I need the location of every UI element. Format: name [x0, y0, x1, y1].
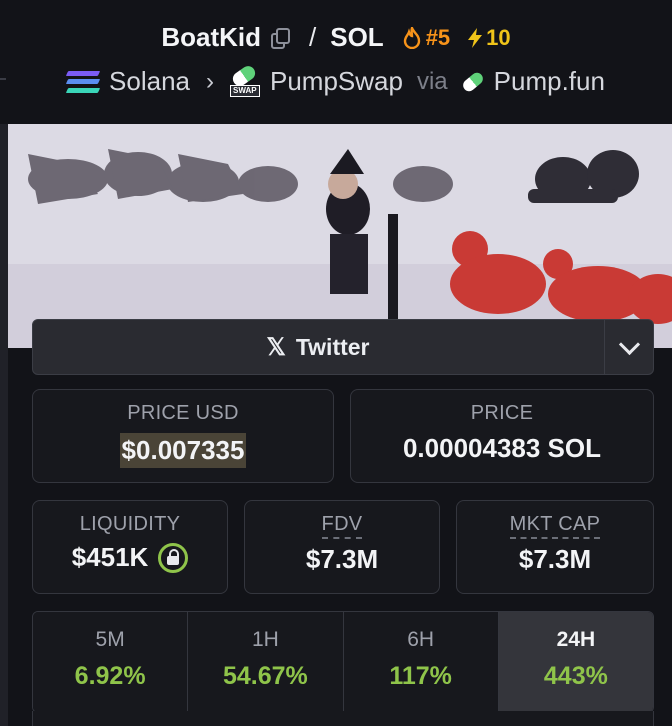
liquidity-label: LIQUIDITY [79, 513, 181, 535]
solana-icon [65, 70, 101, 93]
pair-title-row: BoatKid / SOL #5 10 [0, 22, 672, 53]
boost-count[interactable]: 10 [466, 24, 511, 51]
price-usd-card: PRICE USD $0.007335 [32, 389, 334, 483]
quote-token: SOL [330, 22, 384, 52]
panel-continuation [32, 711, 654, 726]
price-usd-label: PRICE USD [127, 402, 239, 424]
fdv-value: $7.3M [305, 544, 379, 574]
tab-6h[interactable]: 6H 117% [343, 612, 499, 712]
twitter-button-group: 𝕏 Twitter [32, 319, 654, 375]
x-icon: 𝕏 [266, 333, 286, 361]
boost-value: 10 [486, 24, 511, 50]
chevron-right-icon: › [206, 67, 214, 95]
market-cap-card: MKT CAP $7.3M [456, 500, 654, 594]
socials-dropdown-toggle[interactable] [604, 320, 653, 374]
pumpswap-icon: SWAP [230, 62, 260, 97]
twitter-label: Twitter [295, 333, 370, 360]
fire-icon [403, 26, 420, 49]
pair-header: BoatKid / SOL #5 10 Solana › SWAP PumpSw… [0, 0, 672, 122]
banner-artwork [8, 124, 672, 348]
tab-1h[interactable]: 1H 54.67% [188, 612, 344, 712]
dex-link[interactable]: PumpSwap [270, 66, 403, 97]
fdv-label[interactable]: FDV [321, 513, 363, 539]
tab-change-value: 443% [543, 662, 608, 690]
trending-rank[interactable]: #5 [402, 25, 450, 51]
market-cap-label[interactable]: MKT CAP [509, 513, 601, 539]
tab-change-value: 54.67% [222, 662, 308, 690]
twitter-button[interactable]: 𝕏 Twitter [33, 320, 603, 374]
via-label: via [416, 67, 448, 95]
chain-link[interactable]: Solana [109, 66, 190, 97]
price-native-card: PRICE 0.00004383 SOL [350, 389, 654, 483]
launchpad-link[interactable]: Pump.fun [494, 66, 605, 97]
tab-change-value: 117% [389, 662, 452, 690]
tab-change-value: 6.92% [74, 662, 146, 690]
tab-label: 1H [251, 628, 279, 651]
liquidity-card: LIQUIDITY $451K [32, 500, 228, 594]
fdv-card: FDV $7.3M [244, 500, 440, 594]
copy-icon[interactable] [271, 27, 290, 49]
tab-24h[interactable]: 24H 443% [498, 612, 653, 712]
pumpfun-icon [460, 69, 485, 94]
price-change-tabs: 5M 6.92% 1H 54.67% 6H 117% 24H 443% [32, 611, 654, 713]
tab-label: 6H [407, 628, 435, 651]
chevron-down-icon [618, 333, 640, 355]
lightning-icon [468, 27, 483, 48]
pair-route-row: Solana › SWAP PumpSwap via Pump.fun [0, 62, 672, 97]
price-native-value: 0.00004383 SOL [402, 433, 602, 463]
rank-value: #5 [425, 24, 451, 50]
token-banner-image [8, 124, 672, 348]
market-cap-value: $7.3M [518, 544, 592, 574]
tab-label: 24H [556, 628, 596, 651]
token-name[interactable]: BoatKid [161, 22, 261, 53]
tab-label: 5M [95, 628, 125, 651]
lock-icon[interactable] [158, 542, 189, 573]
price-usd-value: $0.007335 [119, 433, 247, 468]
pair-separator: / [309, 22, 317, 52]
liquidity-value: $451K [71, 542, 149, 572]
left-border [0, 124, 8, 726]
tab-5m[interactable]: 5M 6.92% [33, 612, 189, 712]
price-label: PRICE [470, 402, 534, 424]
